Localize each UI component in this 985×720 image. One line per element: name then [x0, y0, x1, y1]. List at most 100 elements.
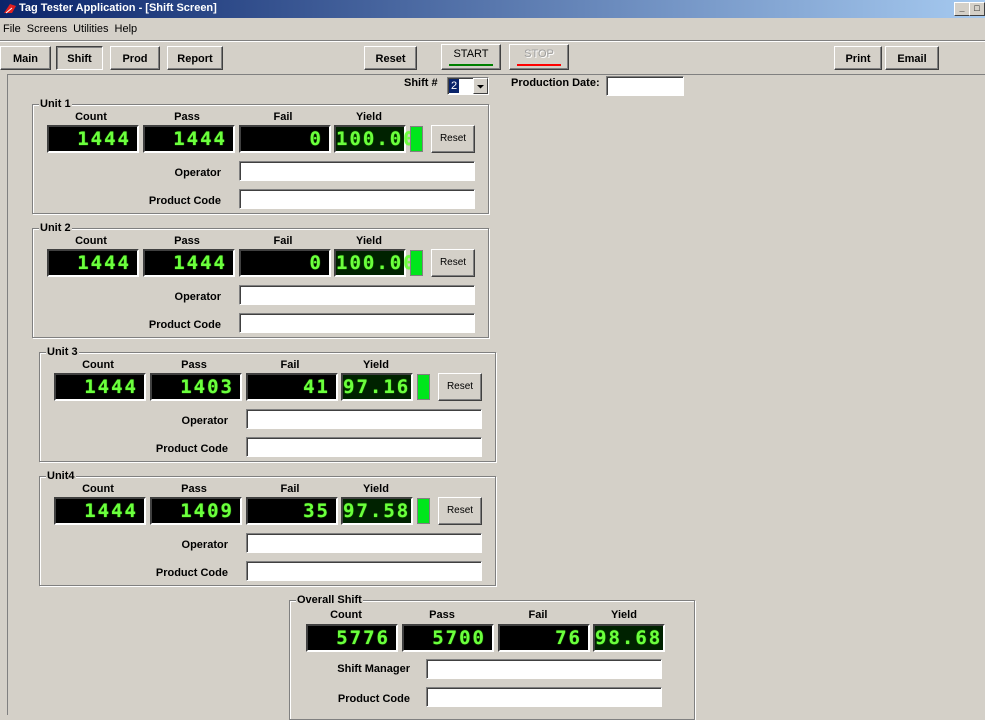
unit-group: Unit4 Count Pass Fail Yield 1444 1409 35 97.58 Re… — [39, 470, 496, 586]
overall-yield-header: Yield — [611, 609, 637, 621]
minimize-button[interactable]: _ — [954, 2, 970, 16]
fail-display: 41 — [246, 373, 338, 401]
unit-group: Unit 3 Count Pass Fail Yield 1444 1403 41 97.16 R… — [39, 346, 496, 462]
fail-header: Fail — [273, 235, 293, 247]
overall-fail-display: 76 — [498, 624, 590, 652]
unit-group: Unit 1 Count Pass Fail Yield 1444 1444 0 100.00 R… — [32, 98, 489, 214]
title-bar: Tag Tester Application - [Shift Screen] … — [0, 0, 985, 18]
operator-field[interactable] — [239, 285, 475, 305]
menu-divider — [0, 40, 985, 41]
product-code-field[interactable] — [246, 561, 482, 581]
menu-screens[interactable]: Screens — [24, 20, 70, 38]
yield-header: Yield — [356, 235, 382, 247]
operator-field[interactable] — [239, 161, 475, 181]
stop-indicator — [517, 64, 561, 66]
app-icon — [4, 4, 16, 14]
product-code-label: Product Code — [148, 319, 221, 331]
product-code-field[interactable] — [246, 437, 482, 457]
shift-manager-label: Shift Manager — [337, 663, 410, 675]
pass-header: Pass — [174, 111, 200, 123]
count-display: 1444 — [47, 125, 139, 153]
yield-display: 97.16 — [341, 373, 413, 401]
start-button[interactable]: START — [441, 44, 501, 70]
overall-yield-display: 98.68 — [593, 624, 665, 652]
operator-field[interactable] — [246, 409, 482, 429]
count-display: 1444 — [54, 497, 146, 525]
fail-header: Fail — [280, 483, 300, 495]
fail-display: 0 — [239, 125, 331, 153]
yield-display: 97.58 — [341, 497, 413, 525]
stop-label: STOP — [524, 48, 554, 60]
product-code-field[interactable] — [239, 189, 475, 209]
print-button[interactable]: Print — [834, 46, 882, 70]
window-title: Tag Tester Application - [Shift Screen] — [19, 2, 217, 14]
unit-reset-button[interactable]: Reset — [438, 497, 482, 525]
overall-fail-header: Fail — [528, 609, 548, 621]
operator-label: Operator — [174, 291, 221, 303]
unit-reset-button[interactable]: Reset — [431, 249, 475, 277]
overall-pass-header: Pass — [429, 609, 455, 621]
pass-header: Pass — [181, 359, 207, 371]
overall-pass-display: 5700 — [402, 624, 494, 652]
operator-label: Operator — [174, 167, 221, 179]
product-code-label: Product Code — [148, 195, 221, 207]
status-indicator — [410, 126, 423, 152]
product-code-field[interactable] — [239, 313, 475, 333]
start-indicator — [449, 64, 493, 66]
yield-display: 100.00 — [334, 249, 415, 277]
product-code-label: Product Code — [155, 567, 228, 579]
menu-help[interactable]: Help — [112, 20, 141, 38]
pass-display: 1403 — [150, 373, 242, 401]
operator-label: Operator — [181, 415, 228, 427]
menu-bar: File Screens Utilities Help — [0, 20, 985, 38]
maximize-button[interactable]: □ — [969, 2, 985, 16]
unit-reset-button[interactable]: Reset — [431, 125, 475, 153]
overall-product-code-field[interactable] — [426, 687, 662, 707]
count-header: Count — [75, 111, 107, 123]
email-button[interactable]: Email — [885, 46, 939, 70]
count-display: 1444 — [54, 373, 146, 401]
status-indicator — [410, 250, 423, 276]
fail-display: 35 — [246, 497, 338, 525]
pass-display: 1409 — [150, 497, 242, 525]
yield-header: Yield — [356, 111, 382, 123]
yield-display: 100.00 — [334, 125, 415, 153]
operator-field[interactable] — [246, 533, 482, 553]
overall-shift-label: Overall Shift — [296, 594, 363, 607]
unit-group: Unit 2 Count Pass Fail Yield 1444 1444 0 100.00 R… — [32, 222, 489, 338]
shift-button[interactable]: Shift — [56, 46, 103, 70]
menu-file[interactable]: File — [0, 20, 24, 38]
main-button[interactable]: Main — [0, 46, 51, 70]
fail-display: 0 — [239, 249, 331, 277]
pass-display: 1444 — [143, 125, 235, 153]
count-header: Count — [82, 483, 114, 495]
overall-shift-group: Overall Shift Count Pass Fail Yield 5776… — [289, 594, 695, 720]
reset-all-button[interactable]: Reset — [364, 46, 417, 70]
unit-label: Unit 3 — [46, 346, 79, 359]
status-indicator — [417, 498, 430, 524]
fail-header: Fail — [280, 359, 300, 371]
count-display: 1444 — [47, 249, 139, 277]
shift-manager-field[interactable] — [426, 659, 662, 679]
overall-count-header: Count — [330, 609, 362, 621]
product-code-label: Product Code — [155, 443, 228, 455]
unit-label: Unit4 — [46, 470, 76, 483]
status-indicator — [417, 374, 430, 400]
pass-header: Pass — [174, 235, 200, 247]
operator-label: Operator — [181, 539, 228, 551]
unit-reset-button[interactable]: Reset — [438, 373, 482, 401]
pass-header: Pass — [181, 483, 207, 495]
overall-count-display: 5776 — [306, 624, 398, 652]
pass-display: 1444 — [143, 249, 235, 277]
overall-product-code-label: Product Code — [337, 693, 410, 705]
menu-utilities[interactable]: Utilities — [70, 20, 111, 38]
report-button[interactable]: Report — [167, 46, 223, 70]
stop-button[interactable]: STOP — [509, 44, 569, 70]
yield-header: Yield — [363, 359, 389, 371]
start-label: START — [453, 48, 489, 60]
prod-button[interactable]: Prod — [110, 46, 160, 70]
yield-header: Yield — [363, 483, 389, 495]
unit-label: Unit 2 — [39, 222, 72, 235]
count-header: Count — [82, 359, 114, 371]
unit-label: Unit 1 — [39, 98, 72, 111]
